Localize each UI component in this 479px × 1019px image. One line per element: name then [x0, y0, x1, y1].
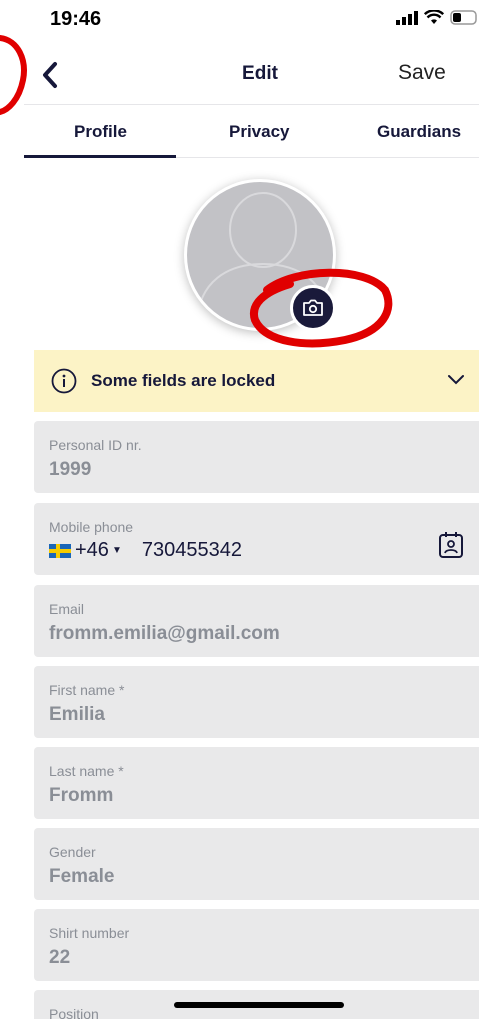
caret-down-icon[interactable]: ▼ — [112, 545, 122, 556]
banner-text: Some fields are locked — [91, 371, 276, 390]
field-label: Shirt number — [49, 925, 130, 941]
tab-guardians[interactable]: Guardians — [377, 122, 461, 142]
field-label: Position — [49, 1006, 99, 1019]
tab-profile[interactable]: Profile — [74, 122, 127, 142]
field-label: Last name * — [49, 763, 124, 779]
signal-icon — [396, 10, 418, 25]
wifi-icon — [424, 10, 444, 24]
field-value: Emilia — [49, 704, 105, 725]
info-icon — [51, 368, 77, 394]
field-value: fromm.emilia@gmail.com — [49, 623, 280, 644]
first-name-field: First name * Emilia — [34, 666, 479, 738]
tab-bar: Profile Privacy Guardians — [24, 104, 479, 158]
shirt-number-field: Shirt number 22 — [34, 909, 479, 981]
tab-privacy[interactable]: Privacy — [229, 122, 290, 142]
field-label: Email — [49, 601, 85, 617]
sweden-flag-icon[interactable] — [49, 543, 71, 558]
active-tab-indicator — [24, 155, 176, 158]
save-button[interactable]: Save — [398, 61, 446, 85]
email-field: Email fromm.emilia@gmail.com — [34, 585, 479, 657]
field-value: 1999 — [49, 459, 92, 480]
edit-profile-screen: 19:46 Edit Save Profile Privacy Guardian… — [0, 0, 479, 1019]
gender-field: Gender Female — [34, 828, 479, 900]
status-icons — [396, 10, 479, 25]
camera-icon — [303, 299, 323, 316]
field-label: Personal ID nr. — [49, 437, 142, 453]
status-bar: 19:46 — [0, 0, 479, 40]
phone-number-value[interactable]: 730455342 — [142, 539, 242, 562]
field-label: Mobile phone — [49, 519, 134, 535]
field-value: Fromm — [49, 785, 114, 806]
home-indicator[interactable] — [174, 1002, 344, 1008]
status-time: 19:46 — [50, 8, 102, 30]
battery-icon — [450, 10, 477, 25]
field-label: Gender — [49, 844, 96, 860]
field-value: 22 — [49, 947, 71, 968]
country-code[interactable]: +46 — [75, 539, 109, 562]
chevron-down-icon[interactable] — [447, 374, 465, 386]
change-photo-button[interactable] — [290, 285, 336, 331]
field-value: Female — [49, 866, 115, 887]
locked-fields-banner[interactable]: Some fields are locked — [34, 350, 479, 412]
contact-card-icon[interactable] — [438, 531, 464, 559]
last-name-field: Last name * Fromm — [34, 747, 479, 819]
nav-bar: Edit Save — [0, 44, 479, 104]
personal-id-field: Personal ID nr. 1999 — [34, 421, 479, 493]
field-label: First name * — [49, 682, 125, 698]
mobile-phone-field[interactable]: Mobile phone +46 ▼ 730455342 — [34, 503, 479, 575]
phone-input[interactable]: +46 ▼ 730455342 — [49, 539, 242, 562]
